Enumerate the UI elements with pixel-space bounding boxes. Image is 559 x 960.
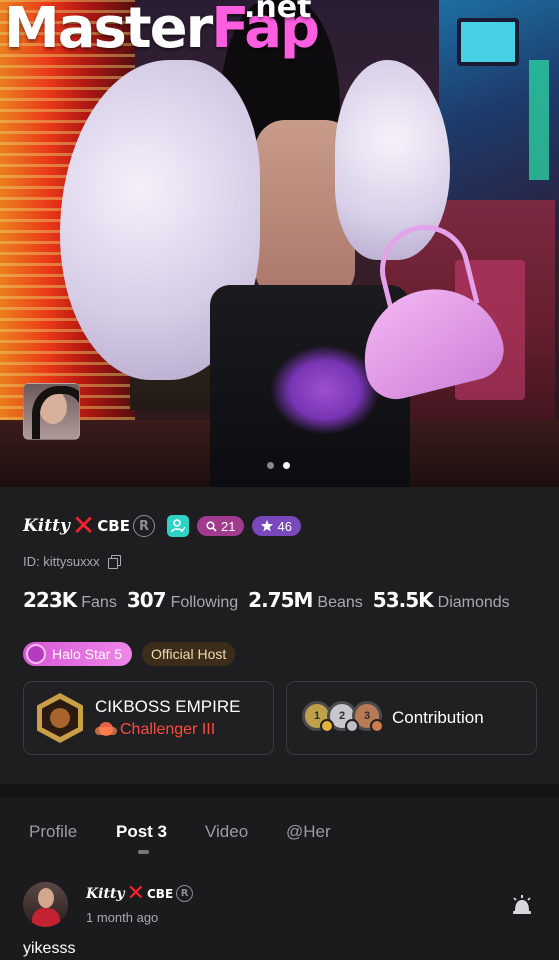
registered-icon: R	[133, 515, 155, 537]
stat-value: 307	[126, 588, 167, 612]
user-id-row: ID: kittysuxxx	[23, 554, 121, 569]
author-script: Kitty	[86, 885, 125, 902]
stat-label: Fans	[81, 594, 117, 611]
medal-bronze-dot	[370, 719, 384, 733]
stat-beans[interactable]: 2.75M Beans	[248, 588, 363, 612]
halo-star-tag[interactable]: Halo Star 5	[23, 642, 133, 666]
stat-fans[interactable]: 223K Fans	[23, 588, 117, 612]
family-card[interactable]: CIKBOSS EMPIRE Challenger III	[23, 681, 274, 755]
level-badge-value: 21	[221, 518, 236, 534]
halo-icon	[26, 644, 46, 664]
tab-post[interactable]: Post 3	[116, 822, 167, 842]
star-badge-value: 46	[277, 518, 292, 534]
author-tag: CBE	[147, 886, 174, 901]
stat-label: Diamonds	[437, 594, 510, 611]
stat-following[interactable]: 307 Following	[127, 588, 238, 612]
star-badge[interactable]: 46	[252, 516, 301, 536]
family-name: CIKBOSS EMPIRE	[95, 697, 241, 716]
contribution-medals: 1 2 3	[302, 701, 384, 735]
tab-her[interactable]: @Her	[286, 822, 331, 842]
stat-label: Beans	[317, 594, 363, 611]
watermark-master: Master	[4, 0, 213, 61]
arcade-glow	[529, 60, 549, 180]
family-rank-label: Challenger III	[120, 721, 216, 738]
tab-video[interactable]: Video	[205, 822, 248, 842]
stat-label: Following	[170, 594, 239, 611]
copy-icon[interactable]	[107, 555, 121, 569]
official-host-tag[interactable]: Official Host	[142, 642, 236, 666]
name-x-mark: ✕	[71, 509, 96, 542]
section-divider	[0, 784, 559, 798]
post-text: yikesss	[23, 940, 76, 957]
stat-value: 2.75M	[248, 588, 313, 612]
arcade-screen	[457, 18, 519, 66]
registered-icon: R	[176, 885, 194, 902]
name-tag: CBE	[97, 517, 130, 535]
stats-row: 223K Fans 307 Following 2.75M Beans 53.5…	[23, 588, 520, 612]
author-x-mark: ✕	[126, 880, 145, 906]
post-author-name: Kitty ✕ CBE R	[86, 880, 194, 906]
profile-tabs: Profile Post 3 Video @Her	[0, 798, 559, 870]
level-badge[interactable]: 21	[197, 516, 245, 536]
pager-dot[interactable]	[267, 462, 274, 469]
watermark-net: .net	[244, 0, 312, 25]
gallery-pager	[267, 462, 290, 469]
alarm-bell-icon[interactable]	[510, 892, 534, 916]
family-emblem-icon	[37, 693, 83, 743]
profile-panel: Kitty ✕ CBE R 21 46 ID: kittysuxxx 223K …	[0, 487, 559, 784]
cover-thumbnail[interactable]	[23, 383, 80, 440]
verified-user-icon[interactable]	[167, 515, 189, 537]
active-tab-indicator	[138, 850, 149, 854]
profile-name-row: Kitty ✕ CBE R 21 46	[23, 509, 301, 542]
stat-value: 53.5K	[372, 588, 434, 612]
contribution-card[interactable]: 1 2 3 Contribution	[286, 681, 537, 755]
post-author[interactable]: Kitty ✕ CBE R	[86, 880, 194, 906]
pants-print	[270, 345, 380, 435]
rank-icon	[95, 721, 117, 739]
stat-diamonds[interactable]: 53.5K Diamonds	[373, 588, 510, 612]
name-script: Kitty	[23, 516, 70, 536]
halo-star-label: Halo Star 5	[52, 646, 123, 662]
medal-gold-dot	[320, 719, 334, 733]
search-level-icon	[206, 520, 217, 532]
tags-row: Halo Star 5 Official Host	[23, 642, 236, 666]
site-watermark: MasterFap .net	[4, 0, 320, 61]
profile-name: Kitty ✕ CBE R	[23, 509, 155, 542]
pager-dot-active[interactable]	[283, 462, 290, 469]
post-timestamp: 1 month ago	[86, 910, 159, 925]
info-cards-row: CIKBOSS EMPIRE Challenger III 1 2 3 Cont…	[23, 681, 537, 755]
user-id: ID: kittysuxxx	[23, 554, 100, 569]
stat-value: 223K	[23, 588, 77, 612]
star-icon	[261, 520, 274, 532]
contribution-label: Contribution	[392, 708, 484, 727]
avatar[interactable]	[23, 882, 68, 927]
medal-silver-dot	[345, 719, 359, 733]
post-item[interactable]: Kitty ✕ CBE R 1 month ago yikesss	[0, 870, 559, 960]
profile-cover-photo[interactable]: MasterFap .net	[0, 0, 559, 487]
tab-profile[interactable]: Profile	[29, 822, 77, 842]
family-rank: Challenger III	[95, 721, 240, 739]
